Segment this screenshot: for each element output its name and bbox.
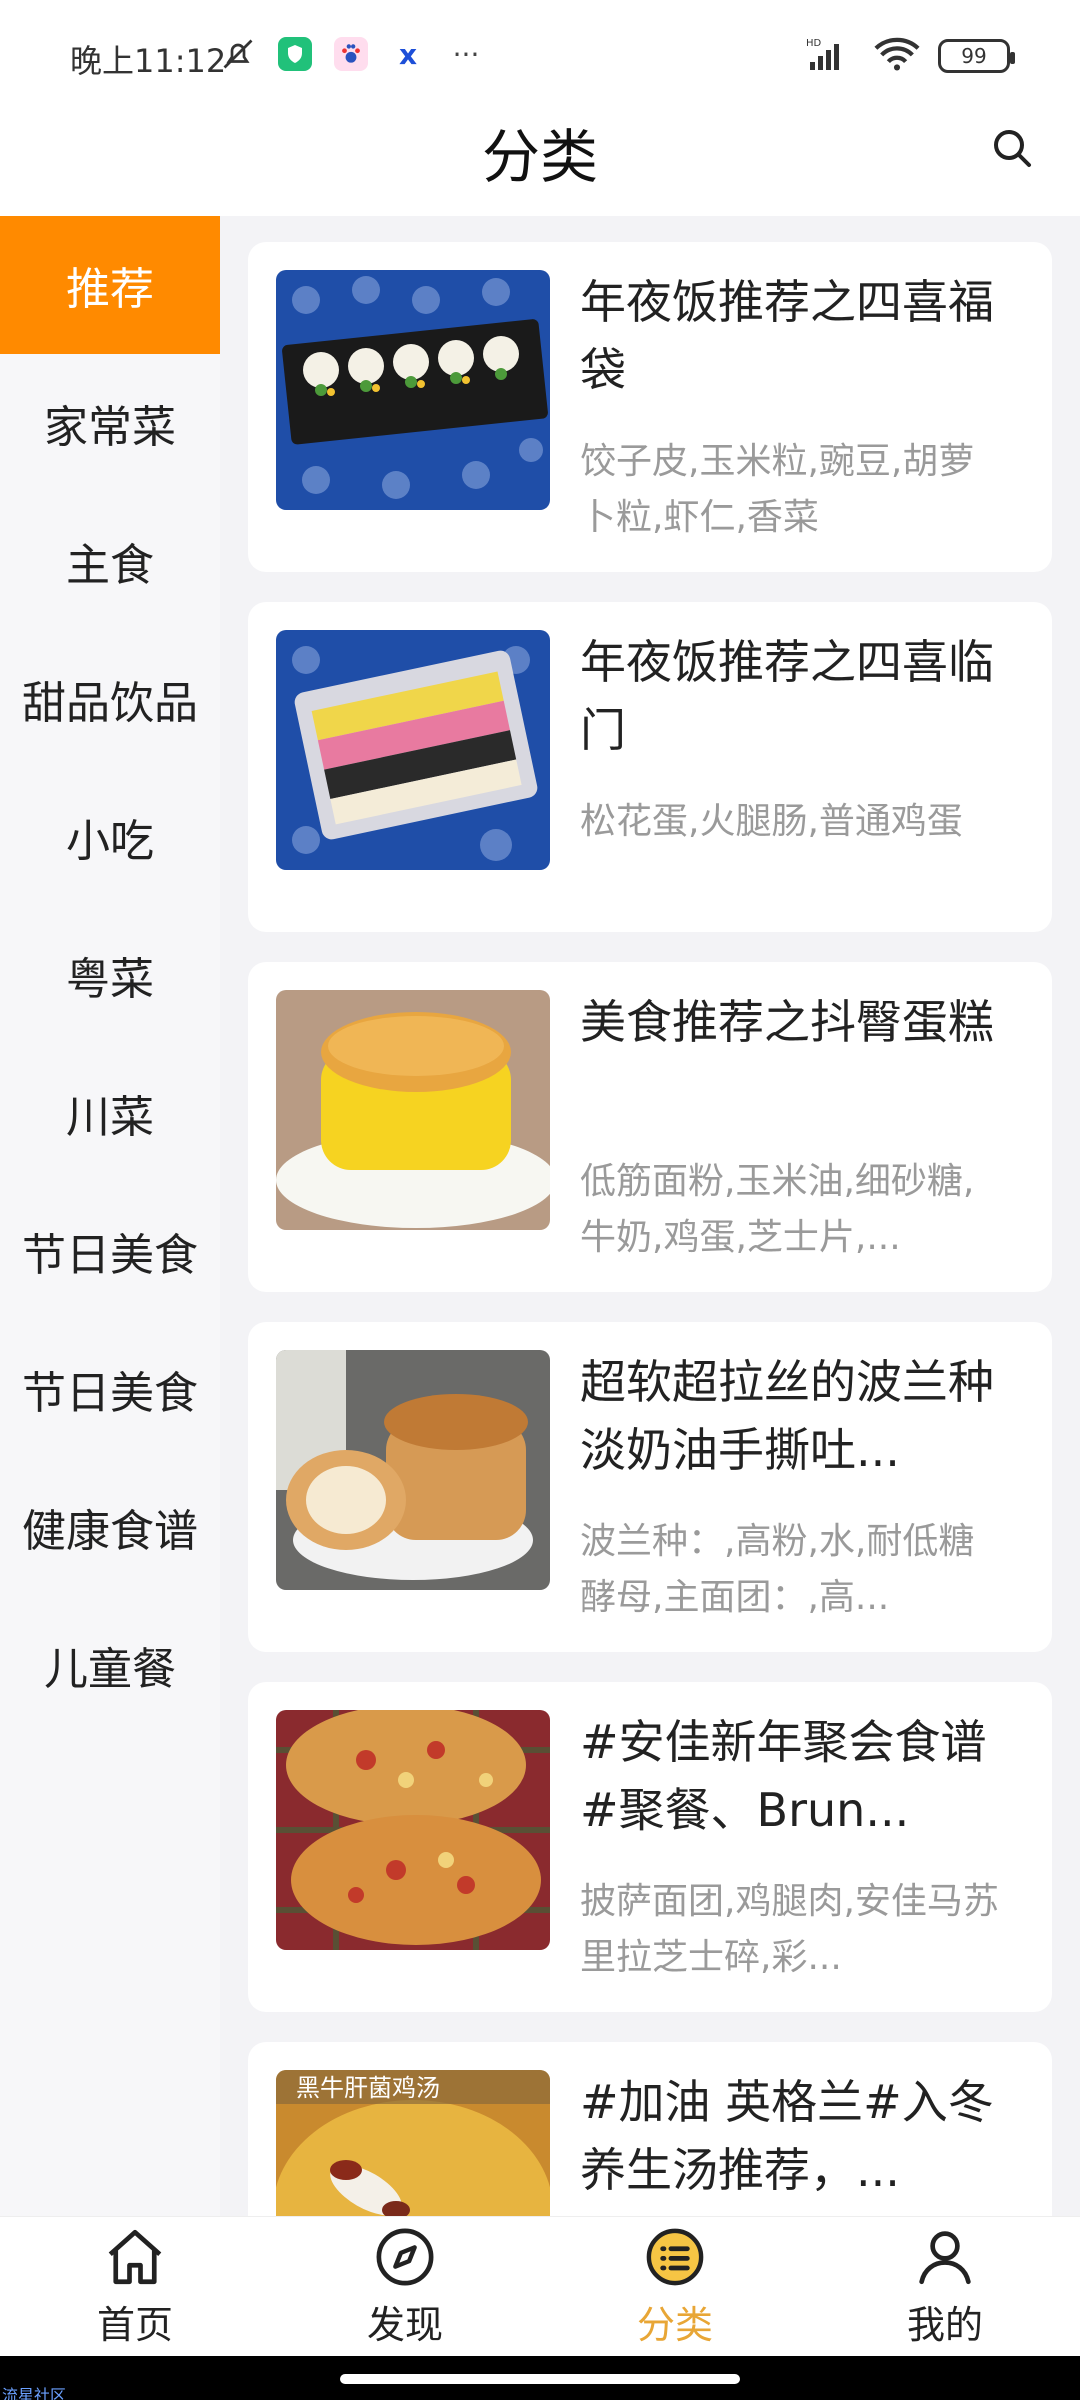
sidebar-item-kids-meal[interactable]: 儿童餐 (0, 1596, 220, 1734)
recipe-ingredients: 饺子皮,玉米粒,豌豆,胡萝卜粒,虾仁,香菜 (580, 441, 975, 538)
sidebar-item-sichuan[interactable]: 川菜 (0, 1044, 220, 1182)
home-icon (108, 2229, 162, 2285)
status-icons-left: x ··· (220, 36, 484, 72)
sidebar-item-cantonese[interactable]: 粤菜 (0, 906, 220, 1044)
battery-icon: 99 (938, 39, 1015, 73)
recipe-list: 年夜饭推荐之四喜福袋 饺子皮,玉米粒,豌豆,胡萝卜粒,虾仁,香菜 年夜饭推荐之四… (220, 216, 1080, 2216)
recipe-title: 超软超拉丝的波兰种淡奶油手撕吐... (580, 1355, 994, 1477)
recipe-card[interactable]: 年夜饭推荐之四喜福袋 饺子皮,玉米粒,豌豆,胡萝卜粒,虾仁,香菜 (248, 242, 1052, 572)
sidebar-item-label: 健康食谱 (22, 1506, 198, 1557)
tab-home[interactable]: 首页 (0, 2217, 270, 2356)
mute-bell-icon (220, 36, 256, 72)
watermark: 流星社区 (2, 2386, 67, 2400)
recipe-thumbnail (276, 1710, 550, 1950)
tab-label: 首页 (96, 2303, 173, 2347)
recipe-ingredients: 波兰种：,高粉,水,耐低糖酵母,主面团：,高... (580, 1521, 975, 1618)
recipe-ingredients: 披萨面团,鸡腿肉,安佳马苏里拉芝士碎,彩... (580, 1881, 999, 1978)
sidebar-item-label: 小吃 (66, 816, 154, 867)
home-indicator[interactable] (340, 2374, 740, 2384)
sidebar-item-label: 甜品饮品 (22, 678, 198, 729)
category-sidebar: 推荐 家常菜 主食 甜品饮品 小吃 粤菜 川菜 节日美食 节日美食 健康食谱 儿… (0, 216, 220, 2216)
recipe-thumbnail (276, 1350, 550, 1590)
sidebar-item-festival-food[interactable]: 节日美食 (0, 1182, 220, 1320)
recipe-ingredients: 松花蛋,火腿肠,普通鸡蛋 (580, 801, 963, 842)
tab-label: 分类 (636, 2303, 713, 2347)
page-title: 分类 (481, 123, 598, 191)
system-nav-bar: 流星社区 (0, 2356, 1080, 2400)
sidebar-item-recommend[interactable]: 推荐 (0, 216, 220, 354)
status-bar: 晚上11:12 x ··· HD 99 (0, 0, 1080, 100)
recipe-card[interactable]: #安佳新年聚会食谱#聚餐、Brun... 披萨面团,鸡腿肉,安佳马苏里拉芝士碎,… (248, 1682, 1052, 2012)
recipe-card[interactable]: 黑牛肝菌鸡汤 #加油 英格兰#入冬养生汤推荐，... (248, 2042, 1052, 2216)
tab-label: 发现 (366, 2303, 443, 2347)
signal-icon: HD (806, 36, 856, 76)
sidebar-item-label: 家常菜 (44, 402, 176, 453)
wifi-icon (874, 36, 920, 76)
sidebar-item-label: 节日美食 (22, 1230, 198, 1281)
search-button[interactable] (988, 124, 1036, 172)
sidebar-item-label: 粤菜 (66, 954, 154, 1005)
recipe-thumbnail (276, 270, 550, 510)
tab-category[interactable]: 分类 (540, 2217, 810, 2356)
recipe-title: 美食推荐之抖臀蛋糕 (580, 995, 994, 1049)
sidebar-item-label: 川菜 (66, 1092, 154, 1143)
recipe-thumbnail (276, 990, 550, 1230)
recipe-thumbnail: 黑牛肝菌鸡汤 (276, 2070, 550, 2216)
user-icon (919, 2231, 971, 2285)
header: 分类 (0, 100, 1080, 216)
recipe-card[interactable]: 美食推荐之抖臀蛋糕 低筋面粉,玉米油,细砂糖,牛奶,鸡蛋,芝士片,... (248, 962, 1052, 1292)
recipe-title: #安佳新年聚会食谱#聚餐、Brun... (580, 1715, 987, 1837)
recipe-card[interactable]: 超软超拉丝的波兰种淡奶油手撕吐... 波兰种：,高粉,水,耐低糖酵母,主面团：,… (248, 1322, 1052, 1652)
search-icon (994, 130, 1031, 167)
recipe-thumbnail (276, 630, 550, 870)
recipe-card[interactable]: 年夜饭推荐之四喜临门 松花蛋,火腿肠,普通鸡蛋 (248, 602, 1052, 932)
sidebar-item-healthy[interactable]: 健康食谱 (0, 1458, 220, 1596)
sidebar-item-desserts-drinks[interactable]: 甜品饮品 (0, 630, 220, 768)
tab-label: 我的 (906, 2303, 983, 2347)
sidebar-item-festival-food-2[interactable]: 节日美食 (0, 1320, 220, 1458)
tab-profile[interactable]: 我的 (810, 2217, 1080, 2356)
compass-icon (376, 2228, 434, 2286)
category-icon (646, 2228, 704, 2286)
tab-discover[interactable]: 发现 (270, 2217, 540, 2356)
status-icons-right: HD 99 (806, 36, 1015, 76)
recipe-ingredients: 低筋面粉,玉米油,细砂糖,牛奶,鸡蛋,芝士片,... (580, 1161, 975, 1258)
shield-app-icon (278, 37, 312, 71)
recipe-title: #加油 英格兰#入冬养生汤推荐，... (580, 2075, 994, 2197)
sidebar-item-label: 主食 (66, 540, 154, 591)
recipe-title: 年夜饭推荐之四喜福袋 (580, 275, 994, 397)
bottom-tab-bar: 首页 发现 分类 我的 (0, 2216, 1080, 2356)
status-time: 晚上11:12 (70, 42, 227, 80)
more-icon: ··· (452, 37, 480, 71)
svg-text:HD: HD (806, 38, 822, 49)
x-app-icon: x (398, 37, 418, 71)
sidebar-item-staple[interactable]: 主食 (0, 492, 220, 630)
sidebar-item-home-cooking[interactable]: 家常菜 (0, 354, 220, 492)
thumbnail-overlay-text: 黑牛肝菌鸡汤 (296, 2074, 440, 2102)
sidebar-item-label: 节日美食 (22, 1368, 198, 1419)
sidebar-item-label: 儿童餐 (44, 1644, 176, 1695)
sidebar-item-label: 推荐 (66, 264, 154, 315)
sidebar-item-snacks[interactable]: 小吃 (0, 768, 220, 906)
recipe-title: 年夜饭推荐之四喜临门 (580, 635, 994, 757)
paw-app-icon (334, 37, 368, 71)
